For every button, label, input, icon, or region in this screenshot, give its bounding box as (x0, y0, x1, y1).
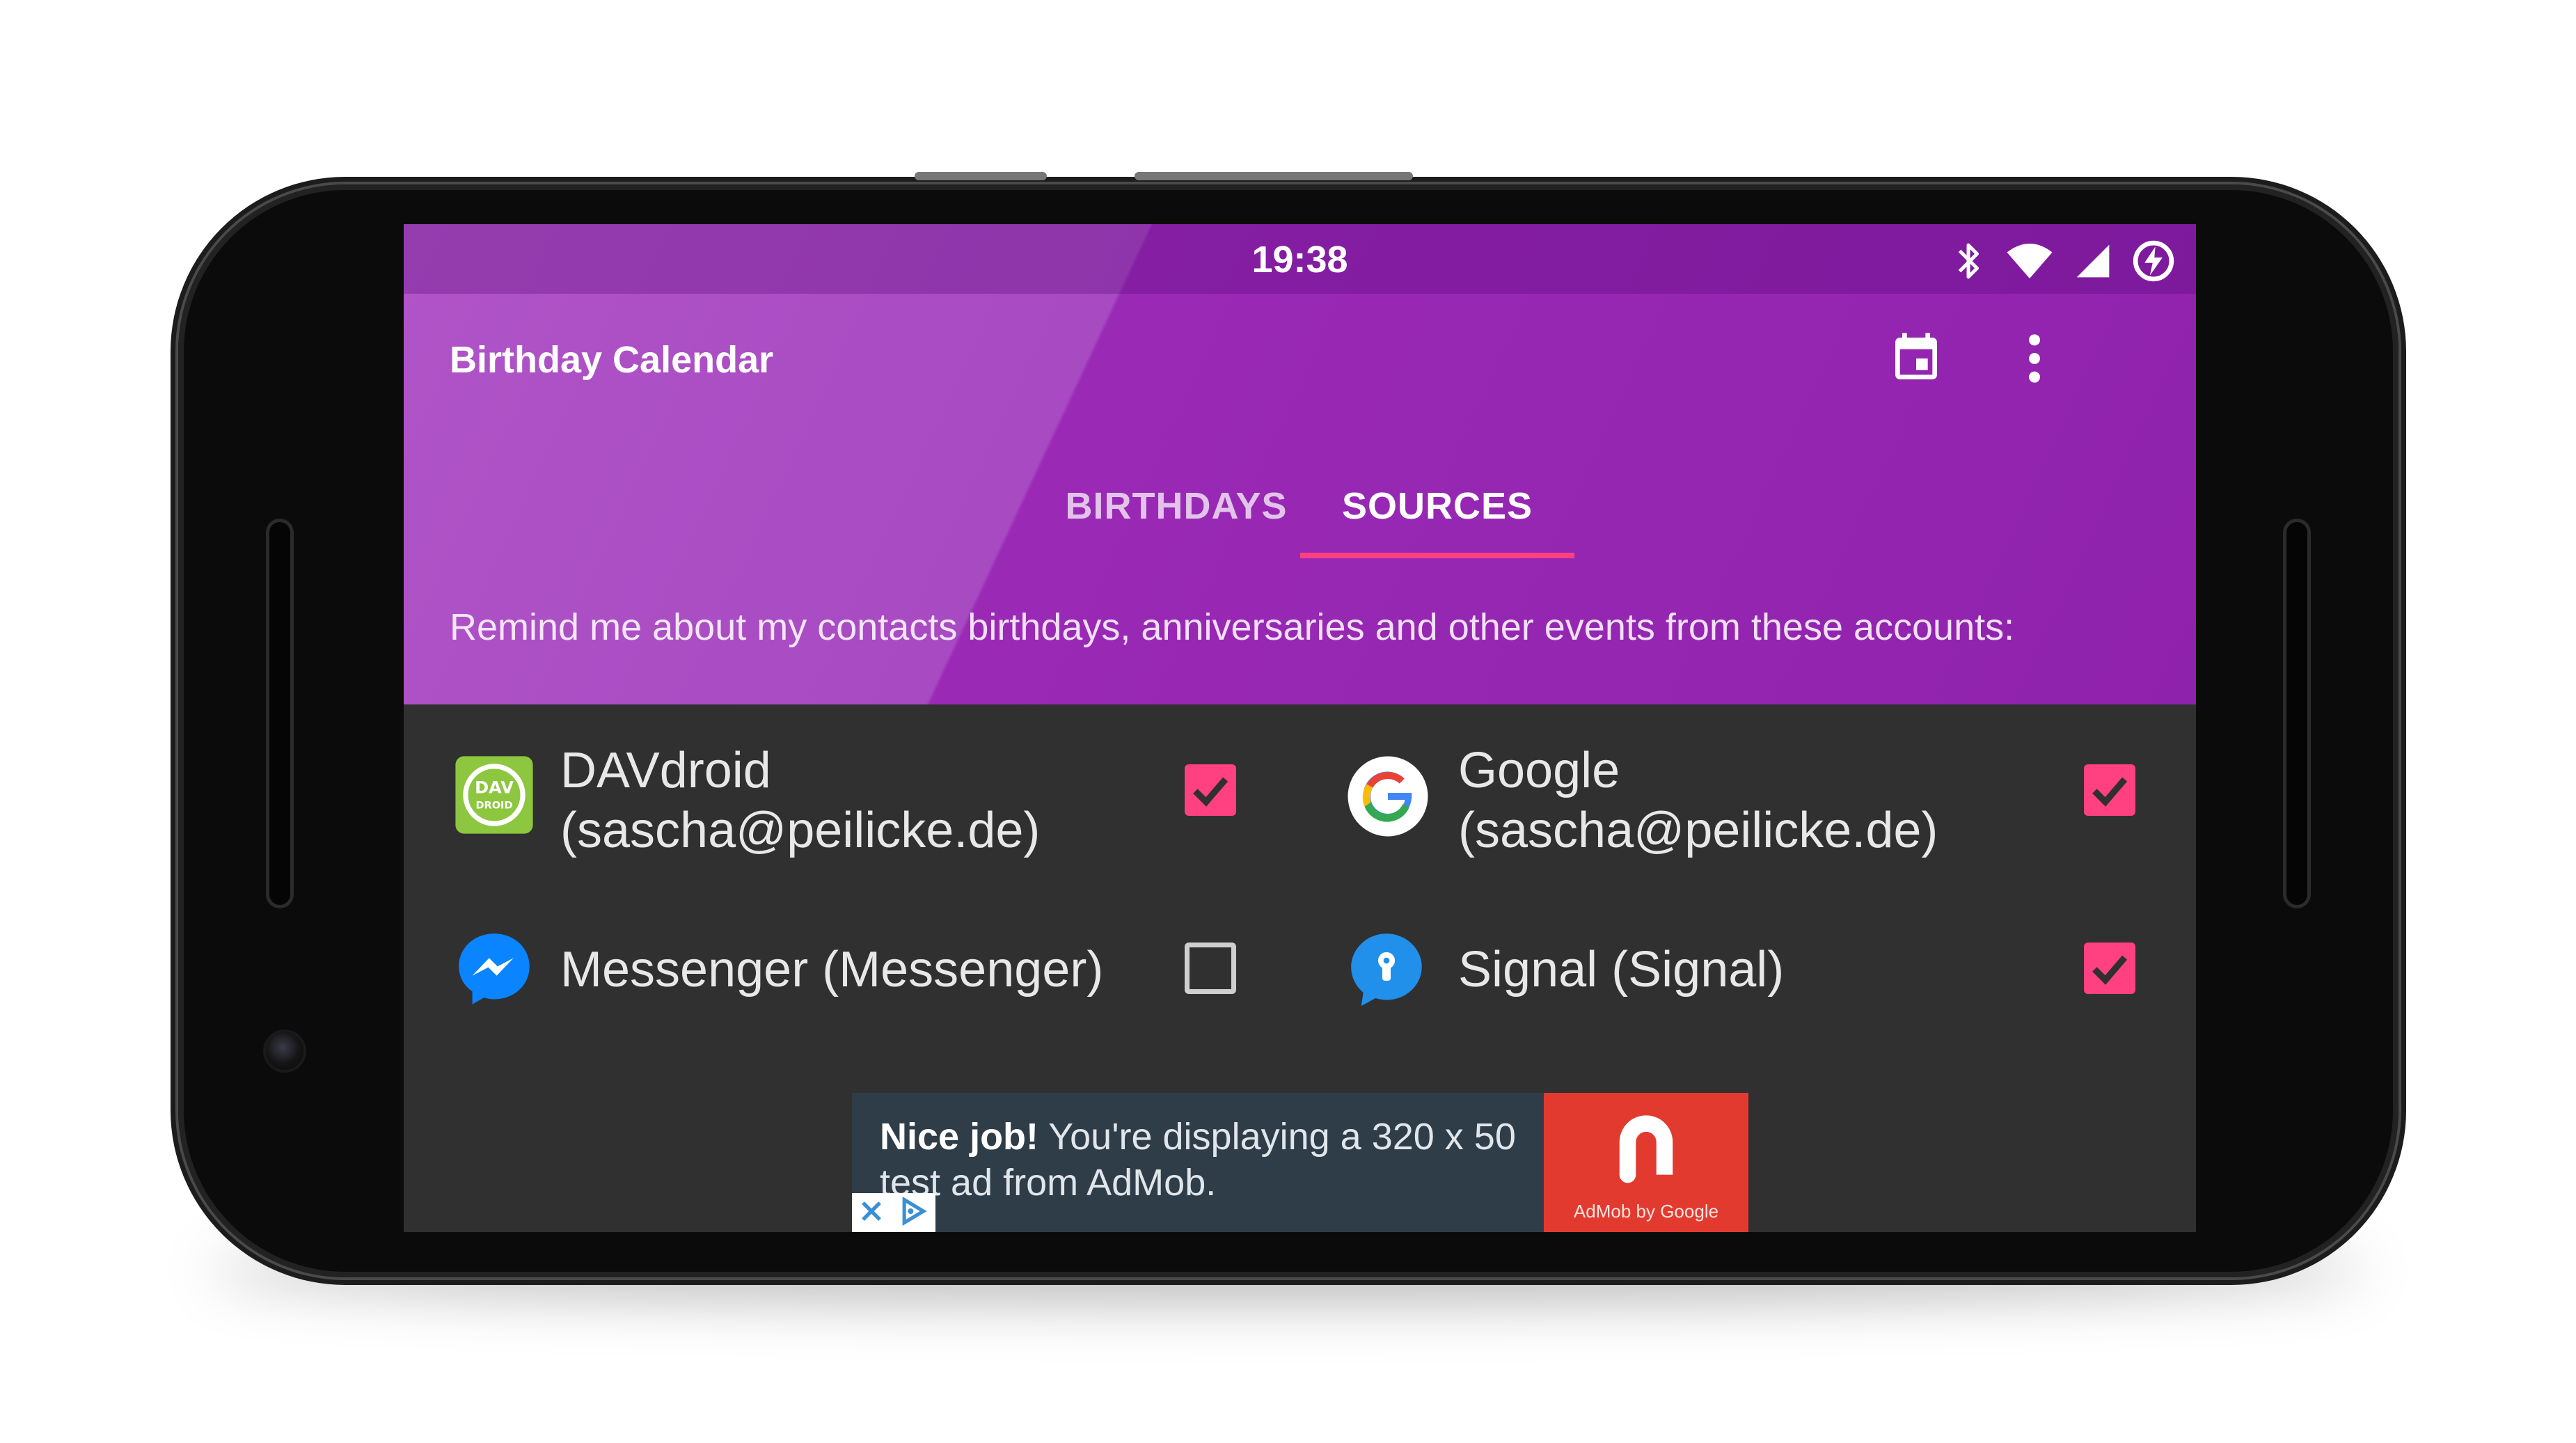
close-icon[interactable] (859, 1199, 884, 1227)
status-time: 19:38 (1251, 239, 1348, 281)
wifi-icon (2005, 242, 2054, 281)
google-icon (1346, 755, 1428, 837)
source-label: Signal (Signal) (1458, 940, 1784, 1000)
app-title: Birthday Calendar (450, 339, 774, 381)
tab-label: BIRTHDAYS (1065, 485, 1288, 527)
more-options-button[interactable] (1996, 322, 2073, 398)
battery-charging-icon (2132, 239, 2175, 283)
check-icon (1193, 777, 1228, 807)
calendar-button[interactable] (1878, 322, 1954, 398)
source-account: (sascha@peilicke.de) (1458, 803, 1938, 858)
screen: 19:38 Birthday Calendar BIRTHDAYS SOURCE… (404, 224, 2196, 1232)
admob-caption: AdMob by Google (1573, 1201, 1719, 1222)
sources-description: Remind me about my contacts birthdays, a… (450, 606, 2015, 648)
source-item-messenger[interactable]: Messenger (Messenger) (404, 892, 1302, 1032)
messenger-icon (454, 929, 535, 1009)
check-icon (2092, 777, 2128, 807)
right-speaker-grille (2283, 519, 2311, 908)
svg-text:DAV: DAV (475, 778, 514, 798)
bluetooth-icon (1951, 240, 1986, 282)
ad-headline: Nice job! (880, 1116, 1039, 1158)
front-camera (266, 1032, 303, 1070)
ad-choices[interactable] (852, 1193, 935, 1232)
source-item-davdroid[interactable]: DAV DROID DAVdroid (sascha@peilicke.de) (404, 704, 1302, 872)
left-speaker-grille (266, 519, 294, 908)
more-vert-icon (2026, 331, 2043, 390)
source-label: Google (sascha@peilicke.de) (1458, 741, 1938, 860)
volume-button (1135, 172, 1413, 180)
source-checkbox-messenger[interactable] (1185, 943, 1236, 994)
adchoices-icon[interactable] (898, 1196, 929, 1230)
source-name: Google (1458, 743, 1620, 798)
tab-sources[interactable]: SOURCES (1300, 454, 1574, 558)
source-item-signal[interactable]: Signal (Signal) (1302, 892, 2196, 1032)
davdroid-icon: DAV DROID (454, 755, 535, 835)
source-label: DAVdroid (sascha@peilicke.de) (560, 741, 1040, 860)
ad-text: Nice job! You're displaying a 320 x 50 t… (880, 1114, 1548, 1206)
source-name: Messenger (Messenger) (560, 942, 1104, 998)
svg-text:DROID: DROID (476, 800, 513, 811)
status-bar: 19:38 (404, 224, 2196, 294)
signal-icon (2073, 242, 2112, 281)
tab-bar: BIRTHDAYS SOURCES (404, 454, 2196, 558)
calendar-icon (1888, 331, 1944, 390)
source-name: DAVdroid (560, 743, 771, 798)
source-account: (sascha@peilicke.de) (560, 803, 1041, 858)
ad-banner[interactable]: Nice job! You're displaying a 320 x 50 t… (852, 1093, 1748, 1232)
tab-indicator (1300, 553, 1574, 558)
source-item-google[interactable]: Google (sascha@peilicke.de) (1302, 704, 2196, 872)
tab-birthdays[interactable]: BIRTHDAYS (1030, 454, 1322, 558)
admob-logo-icon (1619, 1115, 1673, 1183)
source-checkbox-google[interactable] (2084, 764, 2135, 816)
power-button (915, 172, 1047, 180)
source-checkbox-davdroid[interactable] (1185, 764, 1236, 816)
check-icon (2092, 955, 2128, 985)
source-label: Messenger (Messenger) (560, 940, 1103, 1000)
app-bar: 19:38 Birthday Calendar BIRTHDAYS SOURCE… (404, 224, 2196, 704)
status-icons (1951, 239, 2175, 283)
tab-label: SOURCES (1341, 485, 1533, 527)
source-checkbox-signal[interactable] (2084, 943, 2135, 994)
admob-logo: AdMob by Google (1544, 1093, 1748, 1232)
source-name: Signal (Signal) (1458, 942, 1785, 998)
signal-app-icon (1346, 929, 1427, 1009)
